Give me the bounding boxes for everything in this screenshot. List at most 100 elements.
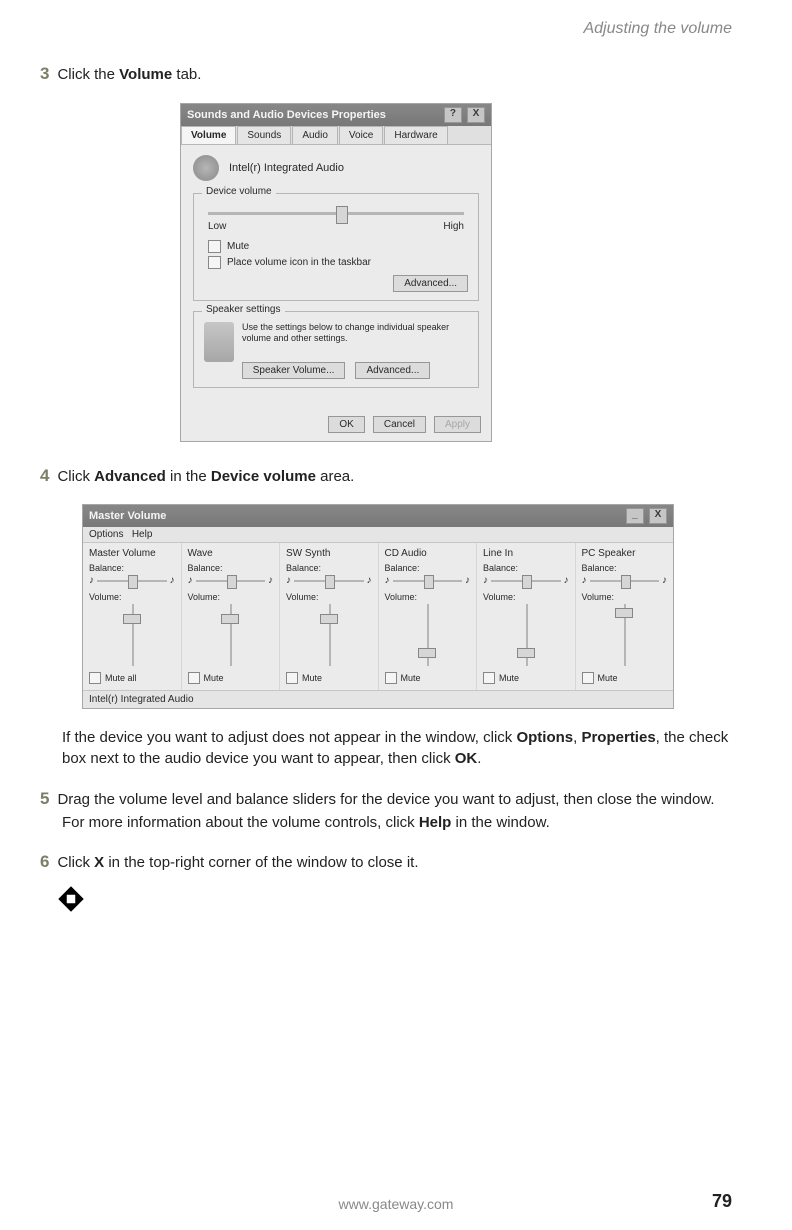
balance-right-icon: ♪ <box>170 575 175 586</box>
balance-slider[interactable] <box>196 580 266 582</box>
step-5-text-a: Drag the volume level and balance slider… <box>57 791 714 831</box>
mute-checkbox[interactable]: Mute <box>483 672 569 684</box>
step-5-number: 5 <box>40 789 49 808</box>
help-icon[interactable]: ? <box>444 107 462 123</box>
mute-checkbox[interactable]: Mute <box>385 672 471 684</box>
speaker-settings-text: Use the settings below to change individ… <box>204 322 468 345</box>
mixer-close-icon[interactable]: X <box>649 508 667 524</box>
balance-slider[interactable] <box>590 580 660 582</box>
mixer-statusbar: Intel(r) Integrated Audio <box>83 690 673 708</box>
mute-checkbox[interactable]: Mute <box>286 672 372 684</box>
device-volume-group: Device volume Low High Mute Place volume… <box>193 193 479 301</box>
step-5-bold: Help <box>419 814 452 831</box>
footer-url: www.gateway.com <box>0 1196 792 1212</box>
volume-label: Volume: <box>89 592 175 602</box>
col-master-title: Master Volume <box>89 548 175 559</box>
end-of-procedure-icon <box>58 887 83 912</box>
volume-slider-pcspeaker[interactable] <box>612 604 636 666</box>
col-pcspeaker: PC Speaker Balance: ♪♪ Volume: Mute <box>576 543 674 690</box>
label-low: Low <box>208 221 226 232</box>
step-4-bold2: Device volume <box>211 468 316 485</box>
col-cdaudio-title: CD Audio <box>385 548 471 559</box>
volume-slider[interactable] <box>208 212 464 215</box>
bold-properties: Properties <box>581 729 655 746</box>
step-3: 3 Click the Volume tab. <box>40 62 732 87</box>
tab-volume[interactable]: Volume <box>181 126 236 144</box>
step-4-mid: in the <box>166 468 211 485</box>
step-4-pre: Click <box>57 468 94 485</box>
speaker-advanced-button[interactable]: Advanced... <box>355 362 430 379</box>
close-icon[interactable]: X <box>467 107 485 123</box>
bold-options: Options <box>516 729 573 746</box>
col-cdaudio: CD Audio Balance: ♪♪ Volume: Mute <box>379 543 478 690</box>
col-wave-title: Wave <box>188 548 274 559</box>
step-6-text-a: Click <box>57 854 94 871</box>
step-6-number: 6 <box>40 852 49 871</box>
mute-all-label: Mute all <box>105 673 137 683</box>
device-name: Intel(r) Integrated Audio <box>229 162 344 174</box>
col-pcspeaker-title: PC Speaker <box>582 548 668 559</box>
ok-button[interactable]: OK <box>328 416 364 433</box>
col-master: Master Volume Balance: ♪ ♪ Volume: Mute a… <box>83 543 182 690</box>
col-linein: Line In Balance: ♪♪ Volume: Mute <box>477 543 576 690</box>
device-volume-legend: Device volume <box>202 186 276 197</box>
taskbar-checkbox[interactable]: Place volume icon in the taskbar <box>208 256 464 269</box>
menu-options[interactable]: Options <box>89 529 123 540</box>
speaker-volume-button[interactable]: Speaker Volume... <box>242 362 346 379</box>
balance-slider[interactable] <box>97 580 167 582</box>
header-section-title: Adjusting the volume <box>40 20 732 38</box>
speakers-icon <box>204 322 234 362</box>
bold-ok: OK <box>455 750 478 767</box>
dialog-button-row: OK Cancel Apply <box>181 408 491 441</box>
volume-slider-linein[interactable] <box>514 604 538 666</box>
step-3-number: 3 <box>40 64 49 83</box>
dialog-titlebar: Sounds and Audio Devices Properties ? X <box>181 104 491 126</box>
menu-help[interactable]: Help <box>132 529 153 540</box>
balance-label: Balance: <box>89 563 175 573</box>
step-6-bold: X <box>94 854 104 871</box>
balance-slider[interactable] <box>491 580 561 582</box>
mixer-columns: Master Volume Balance: ♪ ♪ Volume: Mute a… <box>83 543 673 690</box>
speaker-settings-legend: Speaker settings <box>202 304 285 315</box>
mixer-menubar: Options Help <box>83 527 673 543</box>
speaker-icon <box>193 155 219 181</box>
mute-checkbox[interactable]: Mute <box>188 672 274 684</box>
step-3-bold: Volume <box>119 66 172 83</box>
col-swsynth-title: SW Synth <box>286 548 372 559</box>
step-6: 6 Click X in the top-right corner of the … <box>40 850 732 875</box>
mute-label: Mute <box>227 241 249 252</box>
step-5-text-b: in the window. <box>451 814 549 831</box>
cancel-button[interactable]: Cancel <box>373 416 426 433</box>
mixer-title: Master Volume <box>89 510 166 522</box>
mute-checkbox[interactable]: Mute <box>582 672 668 684</box>
screenshot-sound-properties: Sounds and Audio Devices Properties ? X … <box>180 103 492 442</box>
balance-slider[interactable] <box>294 580 364 582</box>
volume-slider-wave[interactable] <box>218 604 242 666</box>
volume-slider-swsynth[interactable] <box>317 604 341 666</box>
advanced-button[interactable]: Advanced... <box>393 275 468 292</box>
step-6-text-b: in the top-right corner of the window to… <box>104 854 418 871</box>
col-wave: Wave Balance: ♪♪ Volume: Mute <box>182 543 281 690</box>
minimize-icon[interactable]: _ <box>626 508 644 524</box>
tab-sounds[interactable]: Sounds <box>237 126 291 144</box>
apply-button[interactable]: Apply <box>434 416 481 433</box>
volume-slider-cdaudio[interactable] <box>415 604 439 666</box>
step-3-text-post: tab. <box>172 66 201 83</box>
step-3-text-pre: Click the <box>57 66 119 83</box>
mixer-titlebar: Master Volume _ X <box>83 505 673 527</box>
mute-all-checkbox[interactable]: Mute all <box>89 672 175 684</box>
balance-left-icon: ♪ <box>89 575 94 586</box>
step-4-bold1: Advanced <box>94 468 166 485</box>
page-number: 79 <box>712 1191 732 1212</box>
tab-audio[interactable]: Audio <box>292 126 338 144</box>
taskbar-label: Place volume icon in the taskbar <box>227 257 371 268</box>
tab-voice[interactable]: Voice <box>339 126 383 144</box>
tab-hardware[interactable]: Hardware <box>384 126 447 144</box>
note-paragraph: If the device you want to adjust does no… <box>62 727 732 769</box>
dialog-title: Sounds and Audio Devices Properties <box>187 109 386 121</box>
volume-slider-master[interactable] <box>120 604 144 666</box>
screenshot-master-volume: Master Volume _ X Options Help Master Vo… <box>82 504 674 709</box>
speaker-settings-group: Speaker settings Use the settings below … <box>193 311 479 388</box>
mute-checkbox[interactable]: Mute <box>208 240 464 253</box>
balance-slider[interactable] <box>393 580 463 582</box>
